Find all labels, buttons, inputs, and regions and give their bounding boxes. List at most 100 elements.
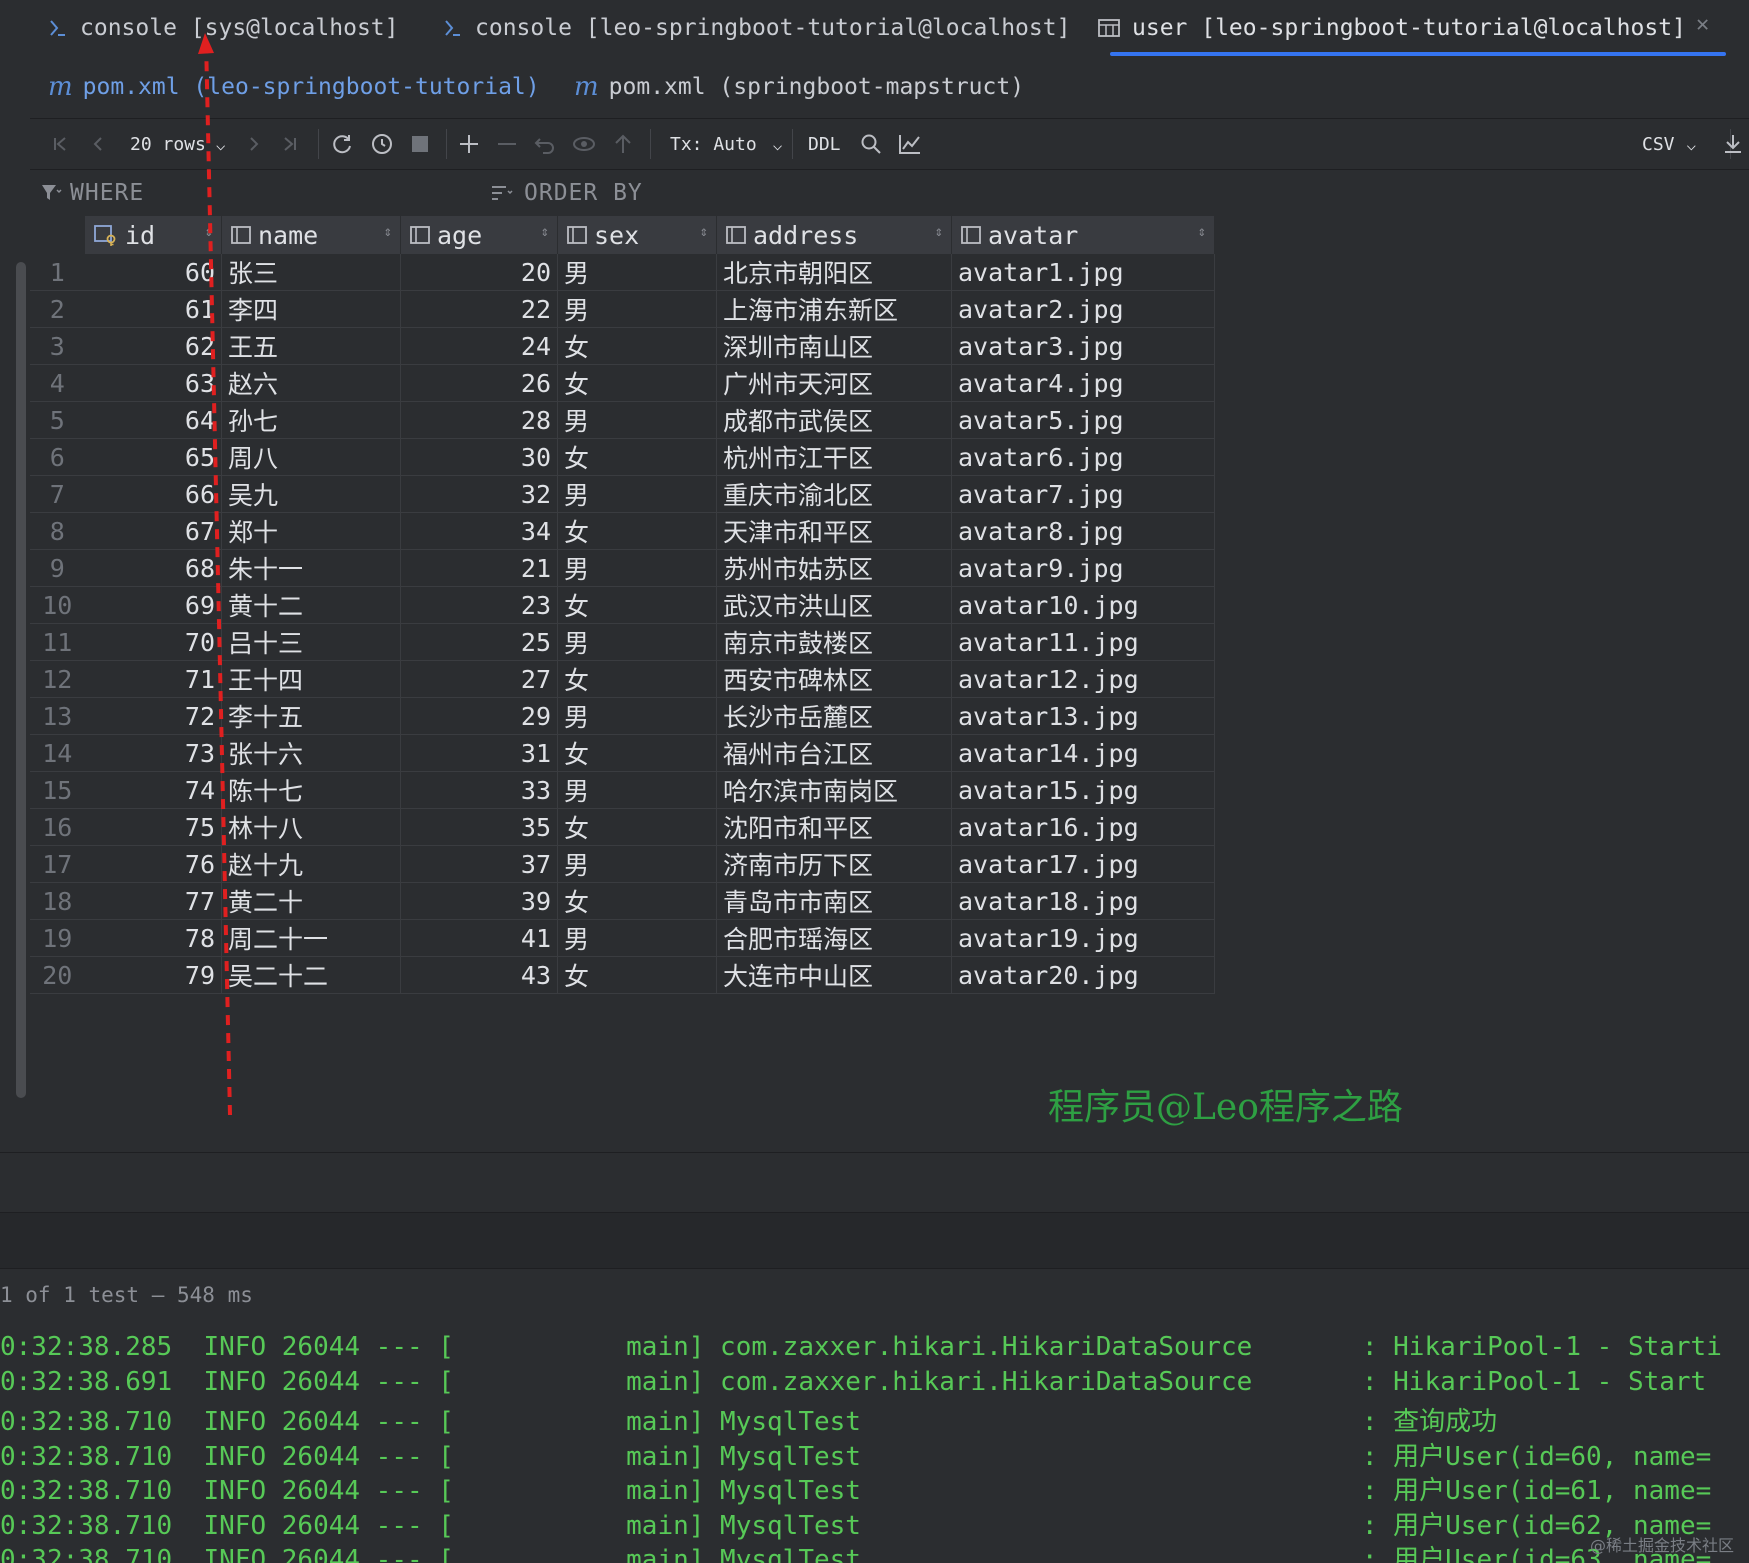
age-cell[interactable]: 29 <box>400 697 558 735</box>
avatar-cell[interactable]: avatar4.jpg <box>951 364 1215 402</box>
name-cell[interactable]: 张十六 <box>221 734 401 772</box>
age-cell[interactable]: 26 <box>400 364 558 402</box>
prev-page-icon[interactable] <box>88 127 108 161</box>
table-row[interactable]: 14 73 张十六 31 女福州市台江区 avatar14.jpg <box>30 734 1215 772</box>
download-icon[interactable] <box>1722 127 1744 161</box>
id-cell[interactable]: 73 <box>84 734 222 772</box>
table-row[interactable]: 1 60 张三 20 男北京市朝阳区 avatar1.jpg <box>30 254 1215 291</box>
page-size-select[interactable]: 20 rows ⌵ <box>130 127 226 161</box>
sort-arrows-icon[interactable]: ⇕ <box>700 224 708 240</box>
table-row[interactable]: 8 67 郑十 34 女天津市和平区 avatar8.jpg <box>30 512 1215 550</box>
tab-user-table[interactable]: user [leo-springboot-tutorial@localhost] <box>1098 0 1686 56</box>
sex-cell[interactable]: 女 <box>557 512 717 550</box>
avatar-cell[interactable]: avatar10.jpg <box>951 586 1215 624</box>
sort-arrows-icon[interactable]: ⇕ <box>205 224 213 240</box>
id-cell[interactable]: 69 <box>84 586 222 624</box>
id-cell[interactable]: 70 <box>84 623 222 661</box>
console-output[interactable]: 0:32:38.285 INFO 26044 --- [ main] com.z… <box>0 1320 1749 1563</box>
sex-cell[interactable]: 男 <box>557 845 717 883</box>
avatar-cell[interactable]: avatar5.jpg <box>951 401 1215 439</box>
chart-icon[interactable] <box>898 127 922 161</box>
avatar-cell[interactable]: avatar19.jpg <box>951 919 1215 957</box>
vertical-scrollbar[interactable] <box>16 262 26 1098</box>
address-cell[interactable]: 西安市碑林区 <box>716 660 952 698</box>
age-cell[interactable]: 35 <box>400 808 558 846</box>
table-row[interactable]: 12 71 王十四 27 女西安市碑林区 avatar12.jpg <box>30 660 1215 698</box>
name-cell[interactable]: 周八 <box>221 438 401 476</box>
sex-cell[interactable]: 男 <box>557 254 717 291</box>
address-cell[interactable]: 成都市武侯区 <box>716 401 952 439</box>
stop-icon[interactable] <box>410 127 430 161</box>
age-cell[interactable]: 37 <box>400 845 558 883</box>
avatar-cell[interactable]: avatar11.jpg <box>951 623 1215 661</box>
age-cell[interactable]: 25 <box>400 623 558 661</box>
table-row[interactable]: 11 70 吕十三 25 男南京市鼓楼区 avatar11.jpg <box>30 623 1215 661</box>
table-row[interactable]: 17 76 赵十九 37 男济南市历下区 avatar17.jpg <box>30 845 1215 883</box>
sex-cell[interactable]: 男 <box>557 549 717 587</box>
id-cell[interactable]: 74 <box>84 771 222 809</box>
column-header-avatar[interactable]: avatar ⇕ <box>951 216 1215 254</box>
table-row[interactable]: 10 69 黄十二 23 女武汉市洪山区 avatar10.jpg <box>30 586 1215 624</box>
avatar-cell[interactable]: avatar13.jpg <box>951 697 1215 735</box>
avatar-cell[interactable]: avatar1.jpg <box>951 254 1215 291</box>
name-cell[interactable]: 黄十二 <box>221 586 401 624</box>
order-by-filter[interactable]: ORDER BY <box>490 176 643 210</box>
id-cell[interactable]: 68 <box>84 549 222 587</box>
tab-console-leo[interactable]: console [leo-springboot-tutorial@localho… <box>443 0 1070 56</box>
sort-arrows-icon[interactable]: ⇕ <box>1198 224 1206 240</box>
table-row[interactable]: 5 64 孙七 28 男成都市武侯区 avatar5.jpg <box>30 401 1215 439</box>
address-cell[interactable]: 济南市历下区 <box>716 845 952 883</box>
table-row[interactable]: 4 63 赵六 26 女广州市天河区 avatar4.jpg <box>30 364 1215 402</box>
table-row[interactable]: 16 75 林十八 35 女沈阳市和平区 avatar16.jpg <box>30 808 1215 846</box>
avatar-cell[interactable]: avatar8.jpg <box>951 512 1215 550</box>
name-cell[interactable]: 郑十 <box>221 512 401 550</box>
sex-cell[interactable]: 男 <box>557 697 717 735</box>
avatar-cell[interactable]: avatar15.jpg <box>951 771 1215 809</box>
sex-cell[interactable]: 女 <box>557 364 717 402</box>
name-cell[interactable]: 赵六 <box>221 364 401 402</box>
sex-cell[interactable]: 男 <box>557 771 717 809</box>
table-row[interactable]: 13 72 李十五 29 男长沙市岳麓区 avatar13.jpg <box>30 697 1215 735</box>
age-cell[interactable]: 41 <box>400 919 558 957</box>
tab-pom-leo[interactable]: m pom.xml (leo-springboot-tutorial) <box>48 56 540 118</box>
address-cell[interactable]: 沈阳市和平区 <box>716 808 952 846</box>
avatar-cell[interactable]: avatar17.jpg <box>951 845 1215 883</box>
age-cell[interactable]: 27 <box>400 660 558 698</box>
sort-arrows-icon[interactable]: ⇕ <box>935 224 943 240</box>
age-cell[interactable]: 34 <box>400 512 558 550</box>
name-cell[interactable]: 吕十三 <box>221 623 401 661</box>
export-format-select[interactable]: CSV ⌵ <box>1642 127 1696 161</box>
address-cell[interactable]: 长沙市岳麓区 <box>716 697 952 735</box>
column-header-address[interactable]: address ⇕ <box>716 216 952 254</box>
age-cell[interactable]: 23 <box>400 586 558 624</box>
name-cell[interactable]: 李十五 <box>221 697 401 735</box>
age-cell[interactable]: 39 <box>400 882 558 920</box>
age-cell[interactable]: 32 <box>400 475 558 513</box>
address-cell[interactable]: 苏州市姑苏区 <box>716 549 952 587</box>
column-header-name[interactable]: name ⇕ <box>221 216 401 254</box>
avatar-cell[interactable]: avatar7.jpg <box>951 475 1215 513</box>
reload-icon[interactable] <box>330 127 354 161</box>
tx-mode-select[interactable]: Tx: Auto ⌵ <box>670 127 782 161</box>
id-cell[interactable]: 72 <box>84 697 222 735</box>
history-icon[interactable] <box>370 127 394 161</box>
column-header-sex[interactable]: sex ⇕ <box>557 216 717 254</box>
revert-icon[interactable] <box>534 127 556 161</box>
name-cell[interactable]: 李四 <box>221 290 401 328</box>
name-cell[interactable]: 吴二十二 <box>221 956 401 994</box>
preview-icon[interactable] <box>572 127 596 161</box>
id-cell[interactable]: 71 <box>84 660 222 698</box>
table-row[interactable]: 18 77 黄二十 39 女青岛市市南区 avatar18.jpg <box>30 882 1215 920</box>
delete-row-icon[interactable] <box>496 127 518 161</box>
sex-cell[interactable]: 女 <box>557 808 717 846</box>
address-cell[interactable]: 北京市朝阳区 <box>716 254 952 291</box>
age-cell[interactable]: 28 <box>400 401 558 439</box>
name-cell[interactable]: 赵十九 <box>221 845 401 883</box>
last-page-icon[interactable] <box>280 127 300 161</box>
where-filter[interactable]: WHERE <box>40 176 144 210</box>
column-header-age[interactable]: age ⇕ <box>400 216 558 254</box>
table-row[interactable]: 19 78 周二十一 41 男合肥市瑶海区 avatar19.jpg <box>30 919 1215 957</box>
sex-cell[interactable]: 女 <box>557 734 717 772</box>
address-cell[interactable]: 杭州市江干区 <box>716 438 952 476</box>
age-cell[interactable]: 22 <box>400 290 558 328</box>
